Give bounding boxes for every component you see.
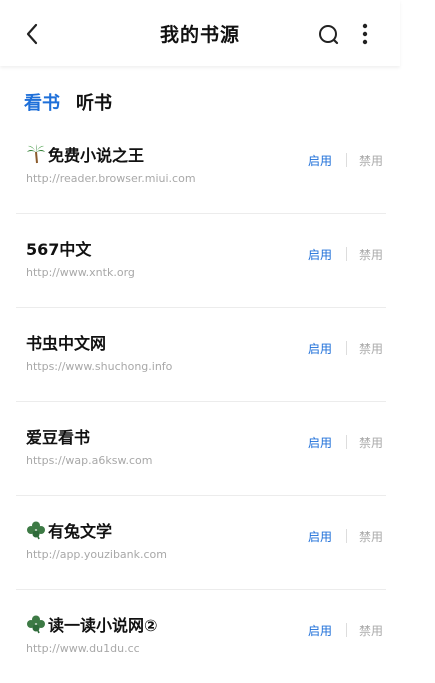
list-item: 读一读小说网② http://www.du1du.cc 启用 禁用	[16, 590, 386, 683]
clover-icon	[27, 615, 45, 634]
search-button[interactable]	[316, 22, 342, 48]
source-url: http://reader.browser.miui.com	[26, 172, 196, 185]
list-item: 免费小说之王 http://reader.browser.miui.com 启用…	[16, 120, 386, 214]
source-url: https://www.shuchong.info	[26, 360, 173, 373]
enable-button[interactable]: 启用	[308, 622, 332, 639]
source-url: https://wap.a6ksw.com	[26, 454, 153, 467]
source-url: http://www.xntk.org	[26, 266, 135, 279]
divider	[346, 529, 347, 543]
divider	[346, 623, 347, 637]
clover-icon	[27, 521, 45, 540]
top-app-bar: 我的书源	[0, 0, 400, 66]
list-item: 567中文 http://www.xntk.org 启用 禁用	[16, 214, 386, 308]
source-name: 爱豆看书	[26, 428, 91, 447]
tab-audiobooks[interactable]: 听书	[76, 91, 112, 117]
list-item: 书虫中文网 https://www.shuchong.info 启用 禁用	[16, 308, 386, 402]
source-url: http://www.du1du.cc	[26, 642, 140, 655]
search-icon	[319, 25, 339, 45]
list-item: 有兔文学 http://app.youzibank.com 启用 禁用	[16, 496, 386, 590]
disable-button[interactable]: 禁用	[359, 246, 383, 263]
enable-button[interactable]: 启用	[308, 152, 332, 169]
divider	[346, 435, 347, 449]
disable-button[interactable]: 禁用	[359, 434, 383, 451]
source-url: http://app.youzibank.com	[26, 548, 167, 561]
disable-button[interactable]: 禁用	[359, 340, 383, 357]
disable-button[interactable]: 禁用	[359, 622, 383, 639]
enable-button[interactable]: 启用	[308, 340, 332, 357]
source-name: 免费小说之王	[48, 146, 145, 165]
enable-button[interactable]: 启用	[308, 528, 332, 545]
enable-button[interactable]: 启用	[308, 246, 332, 263]
source-name: 有兔文学	[48, 522, 113, 541]
source-name: 567中文	[26, 240, 92, 259]
palm-tree-icon	[27, 144, 45, 164]
enable-button[interactable]: 启用	[308, 434, 332, 451]
disable-button[interactable]: 禁用	[359, 152, 383, 169]
disable-button[interactable]: 禁用	[359, 528, 383, 545]
tab-bar: 看书 听书	[24, 91, 112, 117]
source-name: 读一读小说网②	[48, 616, 158, 635]
more-vertical-icon	[362, 23, 368, 45]
book-source-list: 免费小说之王 http://reader.browser.miui.com 启用…	[16, 120, 386, 683]
tab-read-books[interactable]: 看书	[24, 91, 60, 117]
divider	[346, 153, 347, 167]
divider	[346, 341, 347, 355]
more-options-button[interactable]	[355, 20, 375, 48]
source-name: 书虫中文网	[26, 334, 107, 353]
list-item: 爱豆看书 https://wap.a6ksw.com 启用 禁用	[16, 402, 386, 496]
divider	[346, 247, 347, 261]
